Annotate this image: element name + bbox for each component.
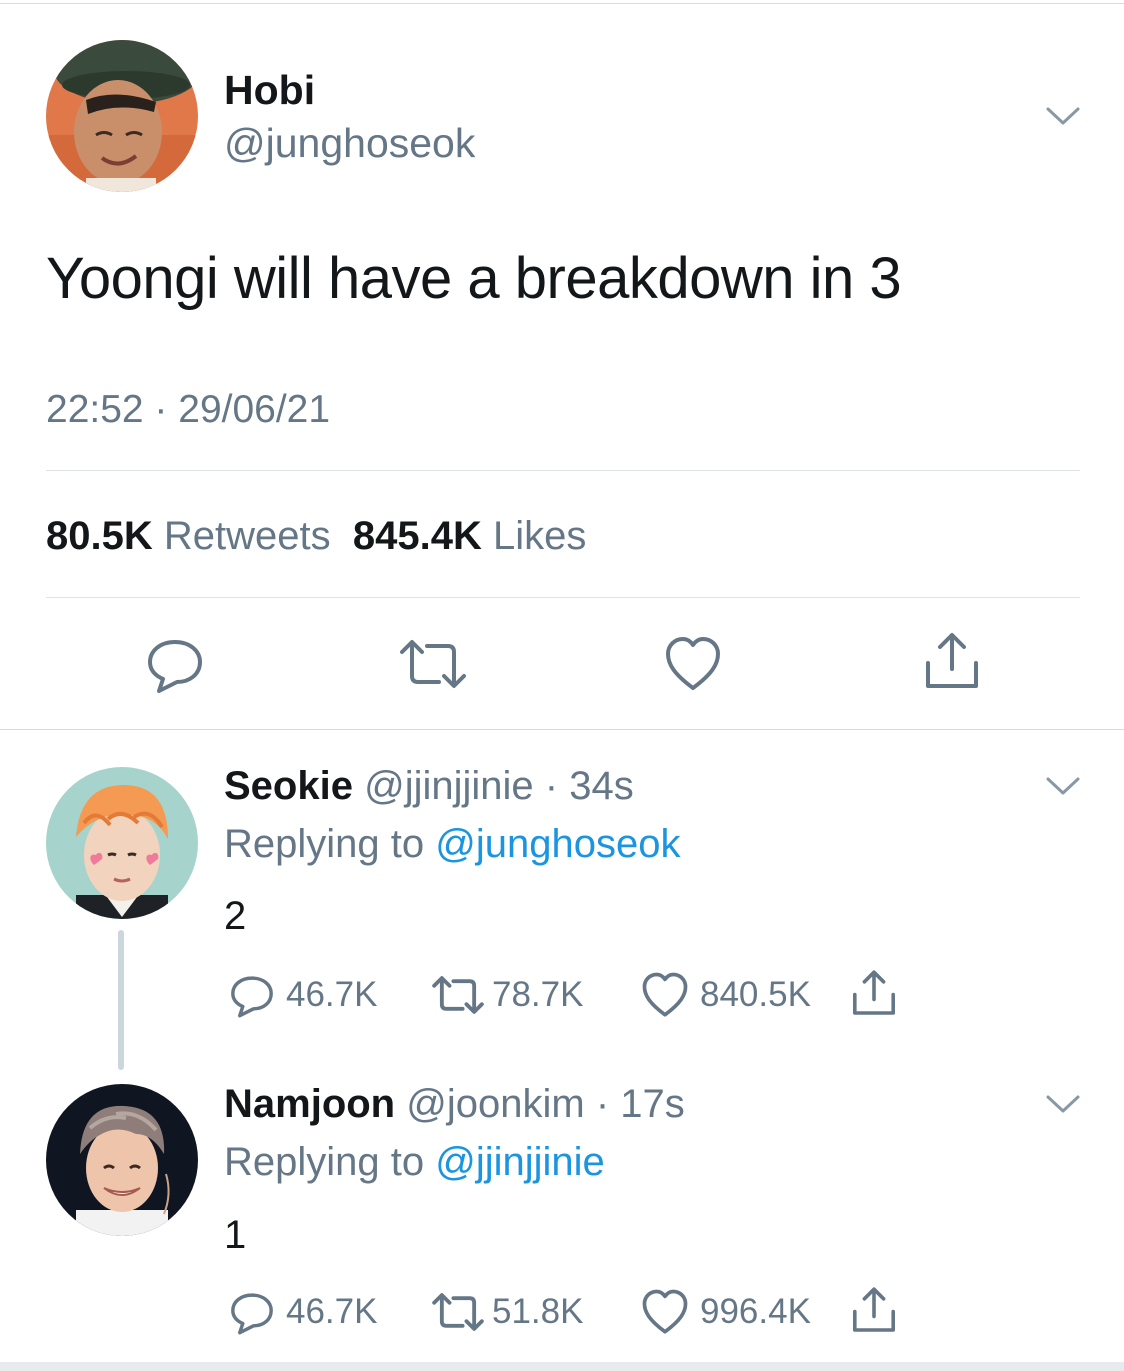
engagement-stats: 80.5K Retweets 845.4K Likes	[46, 511, 586, 561]
reply-header: Namjoon @joonkim · 17s	[224, 1080, 685, 1128]
reply-text: 1	[224, 1213, 247, 1257]
share-icon[interactable]	[850, 1286, 898, 1334]
reply-icon[interactable]	[145, 634, 205, 694]
tweet-timestamp[interactable]: 22:52 · 29/06/21	[46, 386, 330, 434]
retweet-action[interactable]: 78.7K	[430, 971, 583, 1019]
chevron-down-icon[interactable]	[1045, 104, 1081, 128]
replying-to-label: Replying to	[224, 822, 425, 866]
retweet-count: 51.8K	[492, 1292, 584, 1331]
retweet-icon	[432, 1293, 484, 1331]
avatar-hobi[interactable]	[46, 40, 198, 192]
author-handle[interactable]: @junghoseok	[224, 119, 475, 167]
share-icon[interactable]	[850, 969, 898, 1017]
replying-to-link[interactable]: @jjinjjinie	[435, 1140, 605, 1184]
reply-header: Seokie @jjinjjinie · 34s	[224, 762, 634, 810]
replying-to-label: Replying to	[224, 1140, 425, 1184]
avatar-namjoon[interactable]	[46, 1084, 198, 1236]
reply-author-handle[interactable]: @joonkim	[406, 1082, 584, 1126]
top-divider	[0, 3, 1124, 4]
reply-icon	[231, 976, 273, 1018]
retweets-stat[interactable]: 80.5K Retweets	[46, 514, 331, 558]
like-icon	[642, 972, 688, 1017]
replying-to-link[interactable]: @junghoseok	[435, 822, 680, 866]
retweets-label: Retweets	[163, 514, 331, 558]
replying-to: Replying to @jjinjjinie	[224, 1138, 605, 1186]
chevron-down-icon[interactable]	[1045, 1092, 1081, 1116]
share-icon[interactable]	[922, 631, 982, 691]
thread-connector	[118, 930, 124, 1070]
thread-divider	[0, 729, 1124, 730]
like-count: 996.4K	[700, 1292, 811, 1331]
tweet-text: Yoongi will have a breakdown in 3	[46, 246, 902, 311]
like-icon	[642, 1289, 688, 1334]
retweet-icon	[432, 976, 484, 1014]
likes-label: Likes	[492, 514, 587, 558]
author-name[interactable]: Hobi	[224, 66, 315, 114]
retweet-icon[interactable]	[397, 638, 469, 690]
avatar-seokie[interactable]	[46, 767, 198, 919]
replying-to: Replying to @junghoseok	[224, 820, 680, 868]
likes-stat[interactable]: 845.4K Likes	[353, 514, 587, 558]
reply-author-handle[interactable]: @jjinjjinie	[364, 764, 534, 808]
reply-time[interactable]: · 17s	[596, 1082, 685, 1126]
like-icon[interactable]	[664, 636, 722, 692]
likes-count: 845.4K	[352, 514, 482, 558]
reply-action[interactable]: 46.7K	[228, 1288, 377, 1336]
reply-text: 2	[224, 894, 247, 938]
like-action[interactable]: 996.4K	[640, 1288, 811, 1336]
chevron-down-icon[interactable]	[1045, 774, 1081, 798]
reply-time[interactable]: · 34s	[545, 764, 634, 808]
retweet-count: 78.7K	[492, 975, 584, 1014]
stats-divider-bottom	[46, 597, 1080, 598]
retweets-count: 80.5K	[46, 514, 153, 558]
reply-count: 46.7K	[286, 1292, 378, 1331]
like-count: 840.5K	[700, 975, 811, 1014]
reply-author-name[interactable]: Seokie	[224, 764, 353, 808]
stats-divider-top	[46, 470, 1080, 471]
retweet-action[interactable]: 51.8K	[430, 1288, 583, 1336]
reply-count: 46.7K	[286, 975, 378, 1014]
bottom-divider	[0, 1362, 1124, 1371]
reply-author-name[interactable]: Namjoon	[224, 1082, 395, 1126]
reply-icon	[231, 1293, 273, 1335]
like-action[interactable]: 840.5K	[640, 971, 811, 1019]
reply-action[interactable]: 46.7K	[228, 971, 377, 1019]
